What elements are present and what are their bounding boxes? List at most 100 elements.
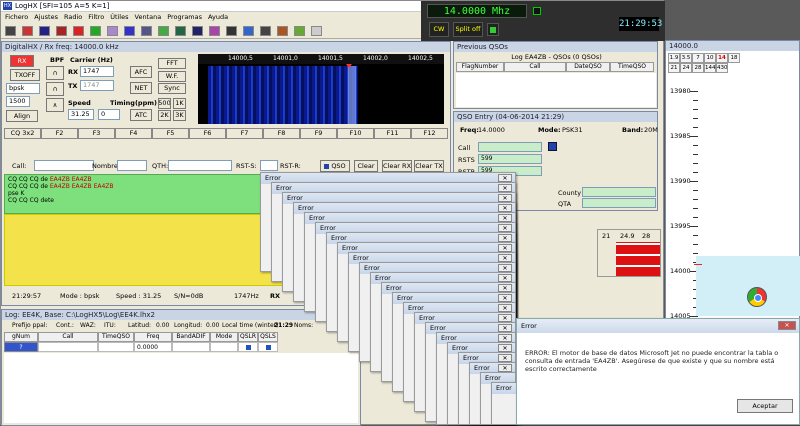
- previous-column-header[interactable]: Call: [504, 62, 566, 72]
- cluster-grid[interactable]: [616, 242, 660, 276]
- toolbar-icon[interactable]: [90, 26, 101, 36]
- cw-button[interactable]: CW: [429, 22, 449, 37]
- toolbar-icon[interactable]: [311, 26, 322, 36]
- speed-field[interactable]: 31.25: [68, 109, 94, 120]
- qso-button[interactable]: QSO: [320, 160, 350, 172]
- toolbar-icon[interactable]: [39, 26, 50, 36]
- entry-rsts-field[interactable]: 599: [478, 154, 542, 164]
- close-icon[interactable]: ✕: [498, 334, 512, 342]
- macro-button[interactable]: F8: [263, 128, 300, 139]
- entry-call-field[interactable]: [478, 142, 542, 152]
- entry-qta-field[interactable]: [582, 198, 656, 208]
- rate-select[interactable]: 1500: [6, 96, 30, 107]
- menu-item[interactable]: Ayuda: [208, 12, 228, 23]
- log-column-header[interactable]: Call: [38, 332, 98, 342]
- macro-button[interactable]: F9: [300, 128, 337, 139]
- band-button[interactable]: 7: [692, 53, 704, 63]
- close-icon[interactable]: ✕: [498, 244, 512, 252]
- toolbar-icon[interactable]: [192, 26, 203, 36]
- entry-county-field[interactable]: [582, 187, 656, 197]
- toolbar-icon[interactable]: [141, 26, 152, 36]
- speed-2k-button[interactable]: 2K: [158, 110, 171, 121]
- macro-button[interactable]: CQ 3x2: [4, 128, 41, 139]
- toolbar-icon[interactable]: [226, 26, 237, 36]
- macro-button[interactable]: F2: [41, 128, 78, 139]
- close-icon[interactable]: ✕: [498, 304, 512, 312]
- rx-button[interactable]: RX: [10, 55, 34, 67]
- macro-button[interactable]: F11: [374, 128, 411, 139]
- macro-button[interactable]: F3: [78, 128, 115, 139]
- rx-carrier-field[interactable]: 1747: [80, 66, 114, 77]
- bpf-mid-button[interactable]: ∩: [46, 82, 64, 96]
- close-icon[interactable]: ✕: [498, 184, 512, 192]
- band-button[interactable]: 10: [704, 53, 716, 63]
- close-icon[interactable]: ✕: [498, 284, 512, 292]
- menu-item[interactable]: Filtro: [88, 12, 104, 23]
- qslr-checkbox-icon[interactable]: [245, 345, 251, 350]
- band-button[interactable]: 21: [668, 63, 680, 73]
- log-column-header[interactable]: QSLS: [258, 332, 278, 342]
- menu-item[interactable]: Fichero: [5, 12, 28, 23]
- menu-item[interactable]: Ventana: [135, 12, 162, 23]
- close-icon[interactable]: ✕: [498, 354, 512, 362]
- log-column-header[interactable]: Freq: [134, 332, 172, 342]
- clear-button[interactable]: Clear: [354, 160, 378, 172]
- macro-button[interactable]: F5: [152, 128, 189, 139]
- atc-button[interactable]: ATC: [130, 109, 152, 121]
- entry-save-icon[interactable]: [548, 142, 557, 151]
- close-icon[interactable]: ✕: [778, 321, 796, 330]
- band-button[interactable]: 18: [728, 53, 740, 63]
- toolbar-icon[interactable]: [124, 26, 135, 36]
- close-icon[interactable]: ✕: [498, 234, 512, 242]
- close-icon[interactable]: ✕: [498, 274, 512, 282]
- menu-item[interactable]: Ajustes: [34, 12, 58, 23]
- clear-tx-button[interactable]: Clear TX: [414, 160, 444, 172]
- close-icon[interactable]: ✕: [498, 294, 512, 302]
- qth-field[interactable]: [168, 160, 232, 171]
- macro-button[interactable]: F10: [337, 128, 374, 139]
- close-icon[interactable]: ✕: [498, 204, 512, 212]
- name-field[interactable]: [117, 160, 147, 171]
- close-icon[interactable]: ✕: [498, 344, 512, 352]
- close-icon[interactable]: ✕: [498, 264, 512, 272]
- log-column-header[interactable]: gNum: [4, 332, 38, 342]
- band-button[interactable]: 24: [680, 63, 692, 73]
- previous-column-header[interactable]: DateQSO: [566, 62, 610, 72]
- toolbar-icon[interactable]: [22, 26, 33, 36]
- macro-button[interactable]: F6: [189, 128, 226, 139]
- mode-select[interactable]: bpsk: [6, 83, 40, 94]
- bpf-wide-button[interactable]: ∩: [46, 66, 64, 80]
- band-button[interactable]: 14: [716, 53, 728, 63]
- toolbar-icon[interactable]: [243, 26, 254, 36]
- menu-item[interactable]: Radio: [64, 12, 82, 23]
- log-column-header[interactable]: QSLR: [238, 332, 258, 342]
- call-field[interactable]: [34, 160, 94, 171]
- close-icon[interactable]: ✕: [498, 174, 512, 182]
- log-column-header[interactable]: TimeQSO: [98, 332, 134, 342]
- close-icon[interactable]: ✕: [498, 224, 512, 232]
- sync-button[interactable]: Sync: [158, 83, 186, 94]
- bpf-narrow-button[interactable]: ∧: [46, 98, 64, 112]
- txoff-button[interactable]: TXOFF: [10, 69, 40, 81]
- log-table-row[interactable]: ? 0.0000: [4, 342, 310, 352]
- toolbar-icon[interactable]: [73, 26, 84, 36]
- fft-button[interactable]: FFT: [158, 58, 186, 69]
- menu-item[interactable]: Programas: [167, 12, 202, 23]
- speed-1k-button[interactable]: 1K: [173, 98, 186, 109]
- previous-column-header[interactable]: FlagNumber: [456, 62, 504, 72]
- toolbar-icon[interactable]: [175, 26, 186, 36]
- toolbar-icon[interactable]: [209, 26, 220, 36]
- menu-item[interactable]: Útiles: [110, 12, 128, 23]
- band-button[interactable]: 3.5: [680, 53, 692, 63]
- align-button[interactable]: Align: [6, 110, 38, 122]
- timing-field[interactable]: 0: [98, 109, 120, 120]
- log-column-header[interactable]: BandADIF: [172, 332, 210, 342]
- close-icon[interactable]: ✕: [498, 214, 512, 222]
- toolbar-icon[interactable]: [56, 26, 67, 36]
- log-column-header[interactable]: Mode: [210, 332, 238, 342]
- clear-rx-button[interactable]: Clear RX: [382, 160, 412, 172]
- net-button[interactable]: NET: [130, 82, 152, 94]
- afc-button[interactable]: AFC: [130, 66, 152, 78]
- split-button[interactable]: Split off: [453, 22, 483, 37]
- toolbar-icon[interactable]: [294, 26, 305, 36]
